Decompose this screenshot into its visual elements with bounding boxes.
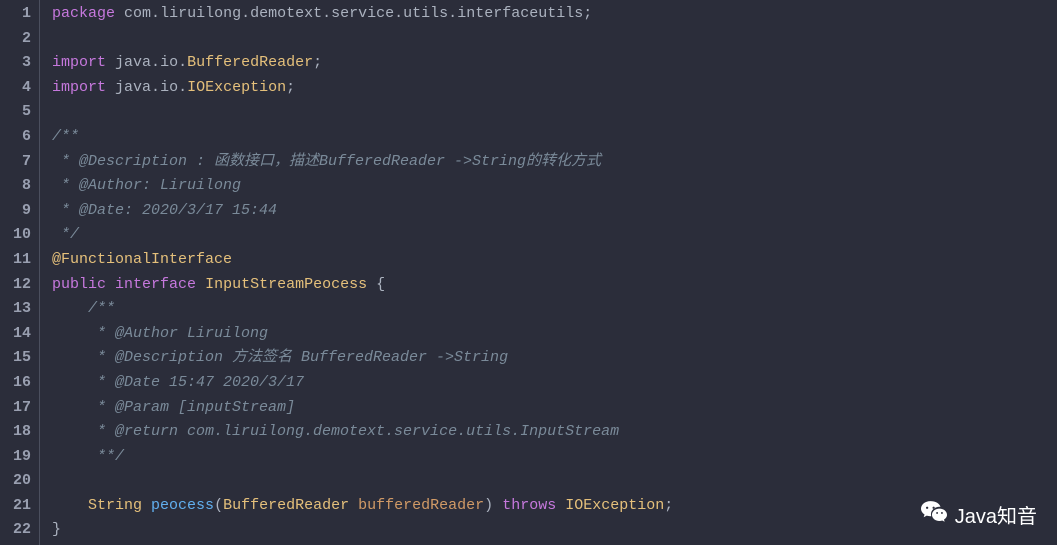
line-number: 2 xyxy=(4,27,31,52)
comment-line: * @Author Liruilong xyxy=(52,322,1057,347)
code-line: public interface InputStreamPeocess { xyxy=(52,273,1057,298)
code-line: import java.io.BufferedReader; xyxy=(52,51,1057,76)
line-number: 15 xyxy=(4,346,31,371)
line-number: 16 xyxy=(4,371,31,396)
watermark: Java知音 xyxy=(921,500,1037,529)
param-type: BufferedReader xyxy=(223,497,349,514)
semicolon: ; xyxy=(583,5,592,22)
keyword: import xyxy=(52,54,106,71)
pkg-seg: java xyxy=(115,54,151,71)
keyword: package xyxy=(52,5,115,22)
keyword: interface xyxy=(115,276,196,293)
line-number: 10 xyxy=(4,223,31,248)
code-line: package com.liruilong.demotext.service.u… xyxy=(52,2,1057,27)
code-line: } xyxy=(52,518,1057,543)
param-name: bufferedReader xyxy=(358,497,484,514)
pkg-seg: java xyxy=(115,79,151,96)
dot: . xyxy=(178,79,187,96)
line-number: 18 xyxy=(4,420,31,445)
code-line xyxy=(52,27,1057,52)
keyword: public xyxy=(52,276,106,293)
paren: ) xyxy=(484,497,493,514)
comment-line: * @Date: 2020/3/17 15:44 xyxy=(52,199,1057,224)
type: BufferedReader xyxy=(187,54,313,71)
type: IOException xyxy=(187,79,286,96)
comment-line: * @Description : 函数接口，描述BufferedReader -… xyxy=(52,150,1057,175)
dot: . xyxy=(322,5,331,22)
line-number: 11 xyxy=(4,248,31,273)
annotation: @FunctionalInterface xyxy=(52,248,1057,273)
line-number: 17 xyxy=(4,396,31,421)
pkg-seg: liruilong xyxy=(160,5,241,22)
line-number: 9 xyxy=(4,199,31,224)
dot: . xyxy=(151,79,160,96)
semicolon: ; xyxy=(664,497,673,514)
code-line: import java.io.IOException; xyxy=(52,76,1057,101)
line-number: 1 xyxy=(4,2,31,27)
keyword: throws xyxy=(502,497,556,514)
semicolon: ; xyxy=(313,54,322,71)
pkg-seg: io xyxy=(160,54,178,71)
code-line: String peocess(BufferedReader bufferedRe… xyxy=(52,494,1057,519)
line-number: 8 xyxy=(4,174,31,199)
comment-line: * @Param [inputStream] xyxy=(52,396,1057,421)
pkg-seg: service xyxy=(331,5,394,22)
method-name: peocess xyxy=(151,497,214,514)
pkg-seg: com xyxy=(124,5,151,22)
pkg-seg: demotext xyxy=(250,5,322,22)
dot: . xyxy=(241,5,250,22)
code-area[interactable]: package com.liruilong.demotext.service.u… xyxy=(40,0,1057,545)
dot: . xyxy=(394,5,403,22)
pkg-seg: utils xyxy=(403,5,448,22)
pkg-seg: io xyxy=(160,79,178,96)
code-line xyxy=(52,469,1057,494)
comment-line: * @Author: Liruilong xyxy=(52,174,1057,199)
code-editor: 1 2 3 4 5 6 7 8 9 10 11 12 13 14 15 16 1… xyxy=(0,0,1057,545)
return-type: String xyxy=(88,497,142,514)
line-number: 22 xyxy=(4,518,31,543)
comment-line: */ xyxy=(52,223,1057,248)
exception-type: IOException xyxy=(565,497,664,514)
comment-line: * @Date 15:47 2020/3/17 xyxy=(52,371,1057,396)
line-number: 4 xyxy=(4,76,31,101)
dot: . xyxy=(448,5,457,22)
dot: . xyxy=(151,54,160,71)
wechat-icon xyxy=(921,501,947,529)
comment-line: **/ xyxy=(52,445,1057,470)
comment-line: * @return com.liruilong.demotext.service… xyxy=(52,420,1057,445)
brace: { xyxy=(376,276,385,293)
line-number: 20 xyxy=(4,469,31,494)
line-number: 19 xyxy=(4,445,31,470)
dot: . xyxy=(151,5,160,22)
line-number: 5 xyxy=(4,100,31,125)
line-number: 7 xyxy=(4,150,31,175)
paren: ( xyxy=(214,497,223,514)
line-number: 13 xyxy=(4,297,31,322)
line-number: 6 xyxy=(4,125,31,150)
semicolon: ; xyxy=(286,79,295,96)
code-line xyxy=(52,100,1057,125)
line-gutter: 1 2 3 4 5 6 7 8 9 10 11 12 13 14 15 16 1… xyxy=(0,0,40,545)
line-number: 3 xyxy=(4,51,31,76)
line-number: 12 xyxy=(4,273,31,298)
watermark-text: Java知音 xyxy=(955,500,1037,529)
pkg-seg: interfaceutils xyxy=(457,5,583,22)
dot: . xyxy=(178,54,187,71)
keyword: import xyxy=(52,79,106,96)
comment-line: * @Description 方法签名 BufferedReader ->Str… xyxy=(52,346,1057,371)
comment-line: /** xyxy=(52,125,1057,150)
type-name: InputStreamPeocess xyxy=(205,276,367,293)
comment-line: /** xyxy=(52,297,1057,322)
line-number: 21 xyxy=(4,494,31,519)
line-number: 14 xyxy=(4,322,31,347)
